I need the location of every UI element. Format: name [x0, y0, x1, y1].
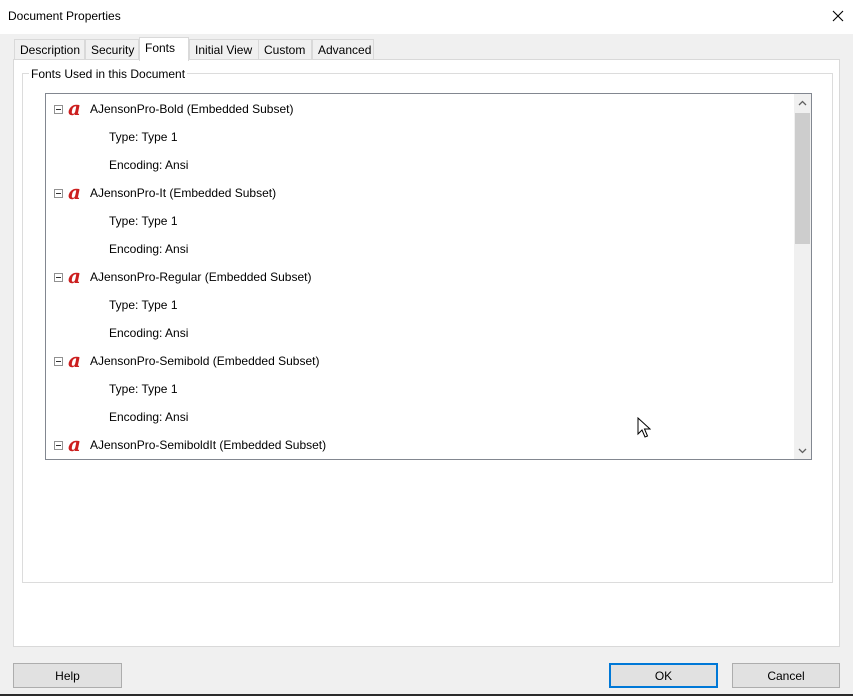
- font-type-row: Type: Type 1: [46, 375, 795, 403]
- vertical-scrollbar[interactable]: [794, 94, 811, 459]
- adobe-font-icon: a: [68, 99, 81, 119]
- tree-rows: a AJensonPro-Bold (Embedded Subset) Type…: [46, 94, 795, 459]
- scroll-up-button[interactable]: [794, 94, 811, 111]
- font-row[interactable]: a AJensonPro-SemiboldIt (Embedded Subset…: [46, 431, 795, 459]
- font-encoding: Encoding: Ansi: [109, 242, 189, 256]
- font-name: AJensonPro-Regular (Embedded Subset): [90, 270, 312, 284]
- font-name: AJensonPro-Bold (Embedded Subset): [90, 102, 294, 116]
- font-row[interactable]: a AJensonPro-Bold (Embedded Subset): [46, 95, 795, 123]
- svg-text:a: a: [68, 267, 81, 287]
- title-bar: Document Properties: [0, 0, 853, 34]
- tab-advanced[interactable]: Advanced: [312, 39, 374, 60]
- font-name: AJensonPro-Semibold (Embedded Subset): [90, 354, 320, 368]
- collapse-toggle-icon[interactable]: [54, 357, 63, 366]
- font-encoding-row: Encoding: Ansi: [46, 151, 795, 179]
- scroll-down-button[interactable]: [794, 442, 811, 459]
- svg-text:a: a: [68, 183, 81, 203]
- font-type: Type: Type 1: [109, 382, 178, 396]
- font-encoding-row: Encoding: Ansi: [46, 403, 795, 431]
- group-legend: Fonts Used in this Document: [29, 67, 188, 81]
- font-row[interactable]: a AJensonPro-Regular (Embedded Subset): [46, 263, 795, 291]
- mouse-cursor-icon: [637, 417, 651, 438]
- font-encoding: Encoding: Ansi: [109, 326, 189, 340]
- collapse-toggle-icon[interactable]: [54, 189, 63, 198]
- tab-description[interactable]: Description: [14, 39, 85, 60]
- svg-text:a: a: [68, 99, 81, 119]
- chevron-down-icon: [798, 448, 807, 453]
- font-type-row: Type: Type 1: [46, 123, 795, 151]
- font-row[interactable]: a AJensonPro-Semibold (Embedded Subset): [46, 347, 795, 375]
- collapse-toggle-icon[interactable]: [54, 273, 63, 282]
- font-encoding-row: Encoding: Ansi: [46, 319, 795, 347]
- close-button[interactable]: [823, 0, 853, 32]
- font-name: AJensonPro-SemiboldIt (Embedded Subset): [90, 438, 327, 452]
- tab-initial-view[interactable]: Initial View: [189, 39, 259, 60]
- ok-button[interactable]: OK: [609, 663, 718, 688]
- adobe-font-icon: a: [68, 183, 81, 203]
- fonts-tree[interactable]: a AJensonPro-Bold (Embedded Subset) Type…: [45, 93, 812, 460]
- svg-text:a: a: [68, 435, 81, 455]
- font-name: AJensonPro-It (Embedded Subset): [90, 186, 277, 200]
- collapse-toggle-icon[interactable]: [54, 441, 63, 450]
- tab-fonts[interactable]: Fonts: [139, 37, 189, 61]
- tab-security[interactable]: Security: [85, 39, 139, 60]
- font-type-row: Type: Type 1: [46, 207, 795, 235]
- fonts-group-box: Fonts Used in this Document a AJensonPro…: [22, 67, 833, 583]
- adobe-font-icon: a: [68, 351, 81, 371]
- font-type: Type: Type 1: [109, 130, 178, 144]
- adobe-font-icon: a: [68, 435, 81, 455]
- chevron-up-icon: [798, 100, 807, 105]
- tab-custom[interactable]: Custom: [258, 39, 312, 60]
- font-row[interactable]: a AJensonPro-It (Embedded Subset): [46, 179, 795, 207]
- fonts-tab-panel: Fonts Used in this Document a AJensonPro…: [13, 59, 840, 647]
- font-type-row: Type: Type 1: [46, 291, 795, 319]
- font-encoding: Encoding: Ansi: [109, 410, 189, 424]
- svg-text:a: a: [68, 351, 81, 371]
- font-encoding: Encoding: Ansi: [109, 158, 189, 172]
- cancel-button[interactable]: Cancel: [732, 663, 840, 688]
- close-icon: [832, 10, 844, 22]
- font-type: Type: Type 1: [109, 214, 178, 228]
- adobe-font-icon: a: [68, 267, 81, 287]
- help-button[interactable]: Help: [13, 663, 122, 688]
- window-title: Document Properties: [8, 9, 121, 23]
- font-type: Type: Type 1: [109, 298, 178, 312]
- font-encoding-row: Encoding: Ansi: [46, 235, 795, 263]
- collapse-toggle-icon[interactable]: [54, 105, 63, 114]
- scroll-thumb[interactable]: [795, 113, 810, 244]
